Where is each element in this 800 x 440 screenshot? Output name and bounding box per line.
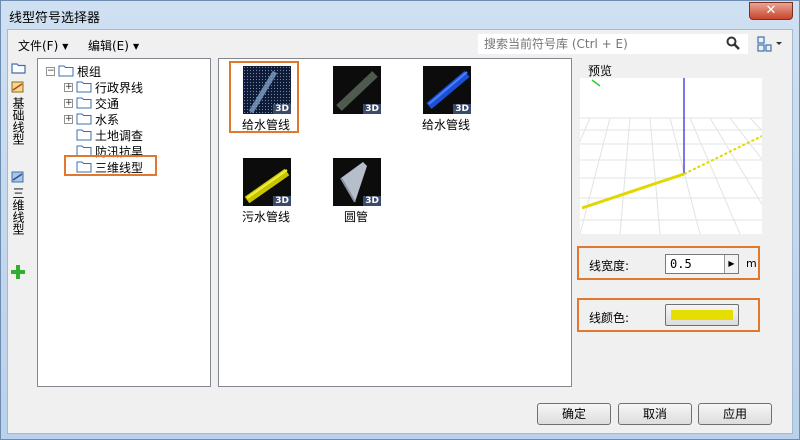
folder-view-button[interactable] xyxy=(10,60,28,76)
symbol-selection-highlight xyxy=(229,61,299,133)
symbol-gallery: 3D 给水管线 3D 3D 给水管线 3D 污水管线 3D 圆管 xyxy=(218,58,572,387)
search-box xyxy=(478,34,748,54)
window-title: 线型符号选择器 xyxy=(9,11,101,26)
symbol-item-round-pipe[interactable]: 3D 圆管 xyxy=(321,154,391,226)
symbol-thumbnail: 3D xyxy=(333,158,381,206)
preview-3d-scene xyxy=(539,78,800,235)
line-width-group: 线宽度: 0.5 ▶ m xyxy=(577,246,760,280)
expand-icon[interactable]: + xyxy=(64,82,73,92)
tree-node-label: 水系 xyxy=(95,112,120,127)
tab-3d-line[interactable]: 三维线型 xyxy=(10,170,28,258)
tree-node-label: 根组 xyxy=(77,64,102,79)
tree-node-traffic[interactable]: + 交通 xyxy=(64,95,119,111)
dialog-window: 线型符号选择器 ✕ 文件(F) ▼ 编辑(E) ▼ 搜索当前符号库 (Ctrl … xyxy=(0,0,800,440)
folder-icon xyxy=(58,65,74,77)
apply-button[interactable]: 应用 xyxy=(698,403,772,425)
title-bar[interactable]: 线型符号选择器 ✕ xyxy=(1,1,799,29)
folder-icon xyxy=(76,97,92,109)
symbol-item-sewage[interactable]: 3D 污水管线 xyxy=(231,154,301,226)
cancel-button[interactable]: 取消 xyxy=(618,403,692,425)
symbol-thumbnail: 3D xyxy=(243,158,291,206)
view-mode-button[interactable] xyxy=(756,35,786,53)
tree-node-admin-boundary[interactable]: + 行政界线 xyxy=(64,79,143,95)
menu-edit[interactable]: 编辑(E) ▼ xyxy=(88,37,139,54)
tab-basic-line[interactable]: 基础线型 xyxy=(10,80,28,168)
symbol-thumbnail: 3D xyxy=(333,66,381,114)
tab-3d-line-label: 三维线型 xyxy=(11,187,25,235)
side-tab-strip: 基础线型 三维线型 xyxy=(8,58,30,388)
spin-right-icon[interactable]: ▶ xyxy=(724,255,738,273)
selection-highlight xyxy=(64,155,157,176)
line-color-label: 线颜色: xyxy=(589,311,630,325)
collapse-icon[interactable]: − xyxy=(46,66,55,76)
close-button[interactable]: ✕ xyxy=(749,2,793,20)
menu-file-label: 文件(F) xyxy=(18,39,59,53)
badge-3d: 3D xyxy=(363,104,381,114)
expand-icon[interactable]: + xyxy=(64,114,73,124)
tree-node-land-survey[interactable]: 土地调查 xyxy=(76,127,143,143)
tree-node-label: 土地调查 xyxy=(95,128,144,143)
line-style-icon xyxy=(11,81,24,93)
chevron-down-icon: ▼ xyxy=(132,42,140,51)
expand-icon[interactable]: + xyxy=(64,98,73,108)
line-width-unit: m xyxy=(746,257,757,270)
folder-icon xyxy=(76,81,92,93)
color-swatch xyxy=(671,310,733,320)
chevron-down-icon: ▼ xyxy=(62,42,69,51)
symbol-label: 污水管线 xyxy=(241,210,290,224)
badge-3d: 3D xyxy=(453,104,471,114)
symbol-item-gray-pipe[interactable]: 3D xyxy=(321,62,391,134)
tree-node-label: 行政界线 xyxy=(95,80,144,95)
symbol-label: 给水管线 xyxy=(421,118,470,132)
search-input[interactable] xyxy=(484,36,714,52)
badge-3d: 3D xyxy=(363,196,381,206)
preview-label: 预览 xyxy=(588,64,613,78)
symbol-label: 圆管 xyxy=(343,210,368,224)
folder-icon xyxy=(76,113,92,125)
add-button[interactable] xyxy=(10,264,28,282)
menu-edit-label: 编辑(E) xyxy=(88,39,129,53)
line-width-input[interactable]: 0.5 ▶ xyxy=(665,254,739,274)
view-mode-icon xyxy=(757,36,782,52)
preview-panel: 预览 xyxy=(539,60,800,235)
line-color-button[interactable] xyxy=(665,304,739,326)
line-color-group: 线颜色: xyxy=(577,298,760,332)
tree-node-label: 交通 xyxy=(95,96,120,111)
folder-icon xyxy=(76,129,92,141)
search-icon[interactable] xyxy=(726,36,740,53)
dialog-client: 文件(F) ▼ 编辑(E) ▼ 搜索当前符号库 (Ctrl + E) 基础线型 … xyxy=(7,29,800,434)
3d-line-icon xyxy=(11,171,24,183)
symbol-item-water-supply-2[interactable]: 3D 给水管线 xyxy=(411,62,481,134)
menu-file[interactable]: 文件(F) ▼ xyxy=(18,37,68,54)
symbol-thumbnail: 3D xyxy=(423,66,471,114)
tree-node-water[interactable]: + 水系 xyxy=(64,111,119,127)
badge-3d: 3D xyxy=(273,196,291,206)
ok-button[interactable]: 确定 xyxy=(537,403,611,425)
line-width-label: 线宽度: xyxy=(589,259,630,273)
folder-icon xyxy=(11,63,26,74)
preview-canvas[interactable] xyxy=(539,78,800,235)
line-width-value: 0.5 xyxy=(670,257,692,271)
tab-basic-line-label: 基础线型 xyxy=(11,97,25,145)
symbol-group-tree: − 根组 + 行政界线 + 交通 + 水系 土地调查 防汛抗旱 三维线型 xyxy=(37,58,211,387)
menu-bar: 文件(F) ▼ 编辑(E) ▼ xyxy=(8,30,792,58)
add-icon xyxy=(11,265,25,279)
tree-node-root[interactable]: − 根组 xyxy=(46,63,101,79)
